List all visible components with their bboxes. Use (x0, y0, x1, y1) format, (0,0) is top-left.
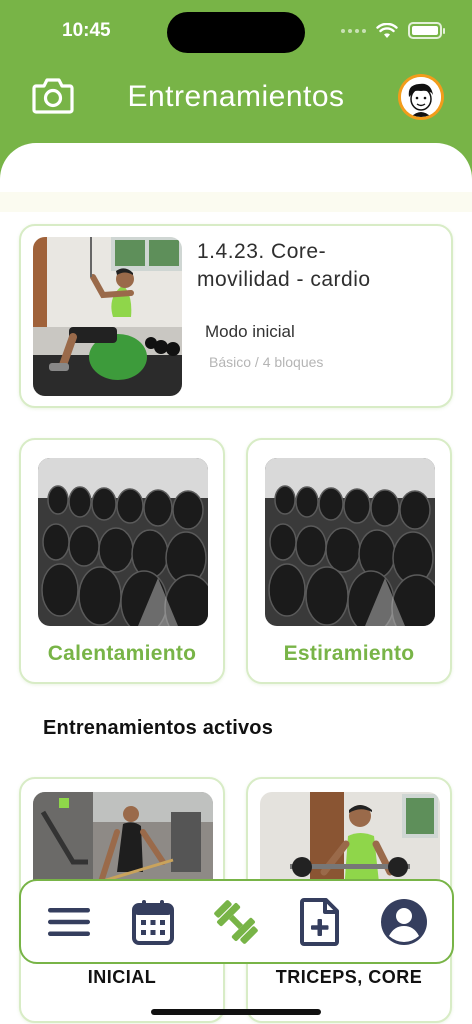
wifi-icon (376, 22, 398, 38)
active-workout-label: TRICEPS, CORE (275, 967, 423, 987)
active-workout-photo (33, 792, 213, 892)
featured-workout-card[interactable]: 1.4.23. Core- movilidad - cardio Modo in… (19, 224, 453, 408)
warmup-label: Calentamiento (47, 642, 197, 665)
dynamic-island (167, 12, 305, 53)
signal-icon (341, 28, 366, 33)
stretching-tile[interactable]: Estiramiento (246, 438, 452, 684)
nav-workouts[interactable] (207, 893, 265, 951)
active-workout-label: INICIAL (87, 967, 157, 987)
nav-add-document[interactable] (291, 893, 349, 951)
dumbbell-rack-photo (265, 458, 435, 626)
battery-icon (408, 22, 445, 39)
nav-calendar[interactable] (124, 893, 182, 951)
nav-menu[interactable] (40, 893, 98, 951)
active-workouts-heading: Entrenamientos activos (43, 717, 274, 739)
user-icon (381, 898, 428, 945)
menu-icon (47, 907, 90, 936)
warmup-tile[interactable]: Calentamiento (19, 438, 225, 684)
home-indicator (151, 1009, 321, 1015)
nav-profile[interactable] (375, 893, 433, 951)
dumbbell-icon (214, 899, 259, 944)
avatar-cartoon-icon (401, 77, 441, 117)
featured-workout-mode: Modo inicial (205, 322, 295, 341)
active-workout-photo (260, 792, 440, 892)
status-icons (341, 22, 445, 39)
status-time: 10:45 (62, 20, 111, 41)
divider-strip (0, 192, 472, 212)
dumbbell-rack-photo (38, 458, 208, 626)
stretching-label: Estiramiento (283, 642, 415, 665)
featured-workout-title: 1.4.23. Core- movilidad - cardio (197, 240, 371, 291)
featured-workout-photo (33, 237, 182, 396)
bottom-navigation (19, 879, 454, 964)
profile-avatar[interactable] (398, 74, 444, 120)
add-document-icon (300, 897, 340, 946)
featured-workout-meta: Básico / 4 bloques (209, 354, 324, 370)
calendar-icon (131, 899, 174, 945)
